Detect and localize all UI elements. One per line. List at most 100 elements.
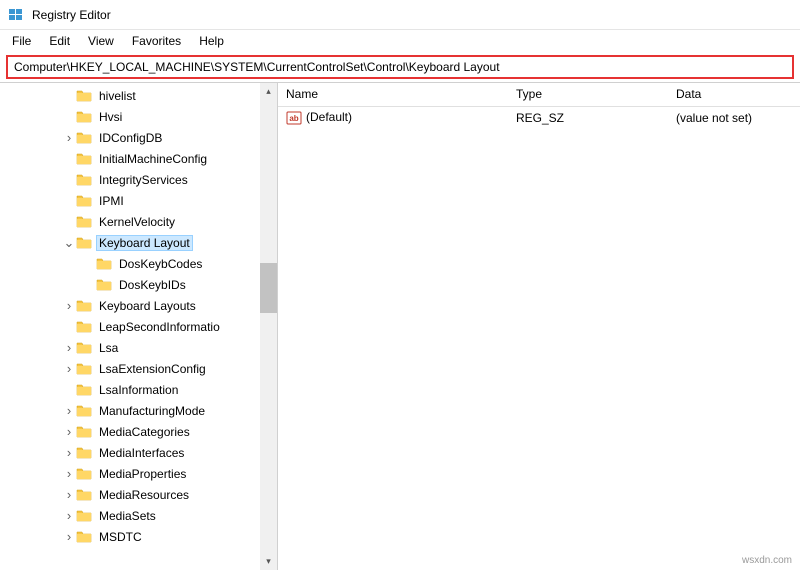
expand-icon[interactable]: › — [62, 466, 76, 481]
tree-node-doskeybcodes[interactable]: DosKeybCodes — [20, 253, 277, 274]
expand-icon[interactable]: › — [62, 340, 76, 355]
tree-node-label: IPMI — [96, 193, 127, 209]
tree-node-label: LsaExtensionConfig — [96, 361, 209, 377]
window-title: Registry Editor — [32, 8, 111, 22]
tree-node-mediaresources[interactable]: › MediaResources — [20, 484, 277, 505]
tree-node-label: MSDTC — [96, 529, 145, 545]
tree-node-lsa[interactable]: › Lsa — [20, 337, 277, 358]
tree-node-label: Hvsi — [96, 109, 125, 125]
tree-panel: hivelist Hvsi › IDConfigDB InitialMachineCon… — [0, 83, 278, 570]
watermark: wsxdn.com — [742, 555, 792, 566]
menu-bar: File Edit View Favorites Help — [0, 30, 800, 52]
registry-tree[interactable]: hivelist Hvsi › IDConfigDB InitialMachineCon… — [0, 83, 277, 549]
scroll-up-icon[interactable]: ▴ — [260, 83, 277, 100]
tree-node-mediaproperties[interactable]: › MediaProperties — [20, 463, 277, 484]
tree-node-keyboard-layouts[interactable]: ›Keyboard Layouts — [20, 295, 277, 316]
menu-favorites[interactable]: Favorites — [124, 32, 189, 50]
folder-icon — [76, 215, 92, 229]
folder-icon — [76, 131, 92, 145]
tree-node-msdtc[interactable]: › MSDTC — [20, 526, 277, 547]
tree-node-mediasets[interactable]: › MediaSets — [20, 505, 277, 526]
tree-node-initialmachineconfig[interactable]: InitialMachineConfig — [20, 148, 277, 169]
tree-node-label: KernelVelocity — [96, 214, 178, 230]
expand-icon[interactable]: › — [62, 298, 76, 313]
folder-icon — [76, 362, 92, 376]
folder-icon — [76, 194, 92, 208]
tree-node-label: Lsa — [96, 340, 121, 356]
tree-node-label: IntegrityServices — [96, 172, 191, 188]
tree-node-label: InitialMachineConfig — [96, 151, 210, 167]
folder-icon — [76, 509, 92, 523]
string-value-icon: ab — [286, 110, 302, 126]
tree-node-mediainterfaces[interactable]: › MediaInterfaces — [20, 442, 277, 463]
content-area: hivelist Hvsi › IDConfigDB InitialMachineCon… — [0, 82, 800, 570]
scroll-down-icon[interactable]: ▾ — [260, 553, 277, 570]
menu-help[interactable]: Help — [191, 32, 232, 50]
address-bar[interactable]: Computer\HKEY_LOCAL_MACHINE\SYSTEM\Curre… — [6, 55, 794, 79]
tree-node-label: MediaResources — [96, 487, 192, 503]
column-name[interactable]: Name — [278, 83, 508, 106]
tree-node-integrityservices[interactable]: IntegrityServices — [20, 169, 277, 190]
tree-node-label: DosKeybCodes — [116, 256, 205, 272]
folder-icon — [76, 383, 92, 397]
address-bar-container: Computer\HKEY_LOCAL_MACHINE\SYSTEM\Curre… — [0, 52, 800, 82]
tree-node-idconfigdb[interactable]: › IDConfigDB — [20, 127, 277, 148]
collapse-icon[interactable]: ⌄ — [62, 235, 76, 251]
expand-icon[interactable]: › — [62, 424, 76, 439]
value-row[interactable]: ab (Default) REG_SZ (value not set) — [278, 107, 800, 129]
folder-icon — [76, 110, 92, 124]
column-data[interactable]: Data — [668, 83, 800, 106]
tree-node-label: hivelist — [96, 88, 139, 104]
tree-node-label: DosKeybIDs — [116, 277, 189, 293]
expand-icon[interactable]: › — [62, 403, 76, 418]
value-name-cell: ab (Default) — [278, 108, 508, 128]
tree-node-ipmi[interactable]: IPMI — [20, 190, 277, 211]
folder-icon — [76, 152, 92, 166]
tree-node-hvsi[interactable]: Hvsi — [20, 106, 277, 127]
folder-icon — [76, 425, 92, 439]
tree-node-lsainformation[interactable]: LsaInformation — [20, 379, 277, 400]
folder-icon — [76, 530, 92, 544]
folder-icon — [96, 257, 112, 271]
tree-node-label: MediaInterfaces — [96, 445, 187, 461]
folder-icon — [76, 173, 92, 187]
menu-view[interactable]: View — [80, 32, 122, 50]
column-type[interactable]: Type — [508, 83, 668, 106]
tree-node-label: MediaCategories — [96, 424, 193, 440]
tree-node-keyboard-layout[interactable]: ⌄Keyboard Layout — [20, 232, 277, 253]
tree-node-manufacturingmode[interactable]: ›ManufacturingMode — [20, 400, 277, 421]
tree-node-lsaextensionconfig[interactable]: › LsaExtensionConfig — [20, 358, 277, 379]
menu-edit[interactable]: Edit — [41, 32, 78, 50]
folder-icon — [76, 341, 92, 355]
tree-node-hivelist[interactable]: hivelist — [20, 85, 277, 106]
value-data: (value not set) — [668, 109, 800, 127]
folder-icon — [76, 236, 92, 250]
list-header: Name Type Data — [278, 83, 800, 107]
tree-node-kernelvelocity[interactable]: KernelVelocity — [20, 211, 277, 232]
folder-icon — [96, 278, 112, 292]
title-bar: Registry Editor — [0, 0, 800, 30]
value-type: REG_SZ — [508, 109, 668, 127]
expand-icon[interactable]: › — [62, 487, 76, 502]
expand-icon[interactable]: › — [62, 130, 76, 145]
tree-node-label: IDConfigDB — [96, 130, 165, 146]
folder-icon — [76, 320, 92, 334]
address-path: Computer\HKEY_LOCAL_MACHINE\SYSTEM\Curre… — [14, 60, 500, 74]
tree-node-mediacategories[interactable]: › MediaCategories — [20, 421, 277, 442]
expand-icon[interactable]: › — [62, 529, 76, 544]
tree-node-leapsecondinformatio[interactable]: LeapSecondInformatio — [20, 316, 277, 337]
expand-icon[interactable]: › — [62, 445, 76, 460]
tree-scrollbar[interactable]: ▴ ▾ — [260, 83, 277, 570]
tree-node-label: MediaProperties — [96, 466, 189, 482]
menu-file[interactable]: File — [4, 32, 39, 50]
expand-icon[interactable]: › — [62, 361, 76, 376]
folder-icon — [76, 404, 92, 418]
scroll-thumb[interactable] — [260, 263, 277, 313]
tree-node-label: LeapSecondInformatio — [96, 319, 223, 335]
expand-icon[interactable]: › — [62, 508, 76, 523]
folder-icon — [76, 488, 92, 502]
tree-node-label: MediaSets — [96, 508, 159, 524]
folder-icon — [76, 467, 92, 481]
tree-node-doskeybids[interactable]: DosKeybIDs — [20, 274, 277, 295]
tree-node-label: LsaInformation — [96, 382, 181, 398]
